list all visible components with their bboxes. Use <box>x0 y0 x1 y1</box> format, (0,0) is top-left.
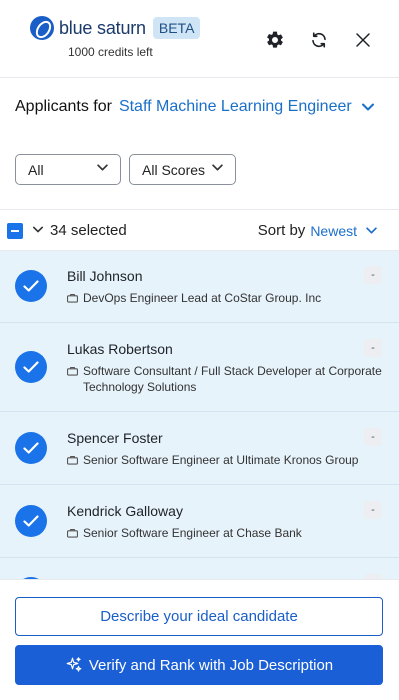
candidate-name: Bill Johnson <box>67 268 143 284</box>
sort-dropdown[interactable]: Sort by Newest <box>258 222 377 239</box>
candidate-row[interactable]: Bill Johnson DevOps Engineer Lead at CoS… <box>0 251 399 323</box>
candidate-name: Kendrick Galloway <box>67 503 183 519</box>
chevron-down-icon <box>212 164 223 171</box>
candidate-title: Senior Software Engineer at Chase Bank <box>67 525 383 541</box>
check-icon[interactable] <box>15 351 47 383</box>
close-icon <box>356 33 370 47</box>
saturn-logo-icon <box>30 16 54 40</box>
sort-value: Newest <box>310 222 357 239</box>
score-filter-value: All Scores <box>142 161 206 178</box>
candidate-row[interactable] <box>0 558 399 579</box>
candidate-row[interactable]: Lukas Robertson Software Consultant / Fu… <box>0 323 399 412</box>
candidate-title: Software Consultant / Full Stack Develop… <box>67 363 383 395</box>
applicants-label: Applicants for <box>15 98 112 115</box>
brand-logo: blue saturn BETA <box>30 16 201 40</box>
score-badge: - <box>364 428 382 446</box>
briefcase-icon <box>67 366 78 376</box>
score-badge: - <box>364 339 382 357</box>
job-title-link[interactable]: Staff Machine Learning Engineer <box>119 98 352 116</box>
action-footer: Describe your ideal candidate Verify and… <box>0 579 399 700</box>
candidate-row[interactable]: Kendrick Galloway Senior Software Engine… <box>0 485 399 558</box>
chevron-down-icon <box>361 103 374 111</box>
brand-name: blue saturn <box>59 17 146 38</box>
selection-toolbar: 34 selected Sort by Newest <box>0 209 399 251</box>
selection-menu-chevron-icon[interactable] <box>33 226 43 233</box>
candidate-name: Spencer Foster <box>67 430 163 446</box>
score-badge: - <box>364 501 382 519</box>
candidate-list: Bill Johnson DevOps Engineer Lead at CoS… <box>0 251 399 579</box>
score-filter-dropdown[interactable]: All Scores <box>129 154 236 185</box>
job-selector[interactable]: Applicants for Staff Machine Learning En… <box>15 98 374 116</box>
beta-badge: BETA <box>152 17 201 39</box>
verify-and-rank-label: Verify and Rank with Job Description <box>88 656 334 674</box>
briefcase-icon <box>67 528 78 538</box>
status-filter-dropdown[interactable]: All <box>15 154 121 185</box>
close-button[interactable] <box>352 29 374 51</box>
sort-label: Sort by <box>257 222 306 239</box>
settings-icon <box>267 31 283 48</box>
select-all-checkbox[interactable] <box>7 223 23 239</box>
candidate-row[interactable]: Spencer Foster Senior Software Engineer … <box>0 412 399 485</box>
candidate-name: Lukas Robertson <box>67 341 173 357</box>
settings-button[interactable] <box>264 29 286 51</box>
briefcase-icon <box>67 293 78 303</box>
verify-and-rank-button[interactable]: Verify and Rank with Job Description <box>15 645 383 685</box>
chevron-down-icon <box>366 227 377 234</box>
candidate-title: Senior Software Engineer at Ultimate Kro… <box>67 452 383 468</box>
refresh-button[interactable] <box>308 29 330 51</box>
describe-candidate-button[interactable]: Describe your ideal candidate <box>15 597 383 636</box>
app-header: blue saturn BETA 1000 credits left <box>0 0 399 78</box>
check-icon[interactable] <box>15 270 47 302</box>
candidate-title: DevOps Engineer Lead at CoStar Group. In… <box>67 290 383 306</box>
check-icon[interactable] <box>15 432 47 464</box>
score-badge: - <box>364 266 382 284</box>
refresh-icon <box>312 32 326 48</box>
check-icon[interactable] <box>15 505 47 537</box>
status-filter-value: All <box>28 161 44 178</box>
selected-count: 34 selected <box>50 222 127 239</box>
chevron-down-icon <box>97 164 108 171</box>
credits-remaining: 1000 credits left <box>68 45 153 59</box>
sparkle-icon <box>65 656 83 674</box>
briefcase-icon <box>67 455 78 465</box>
